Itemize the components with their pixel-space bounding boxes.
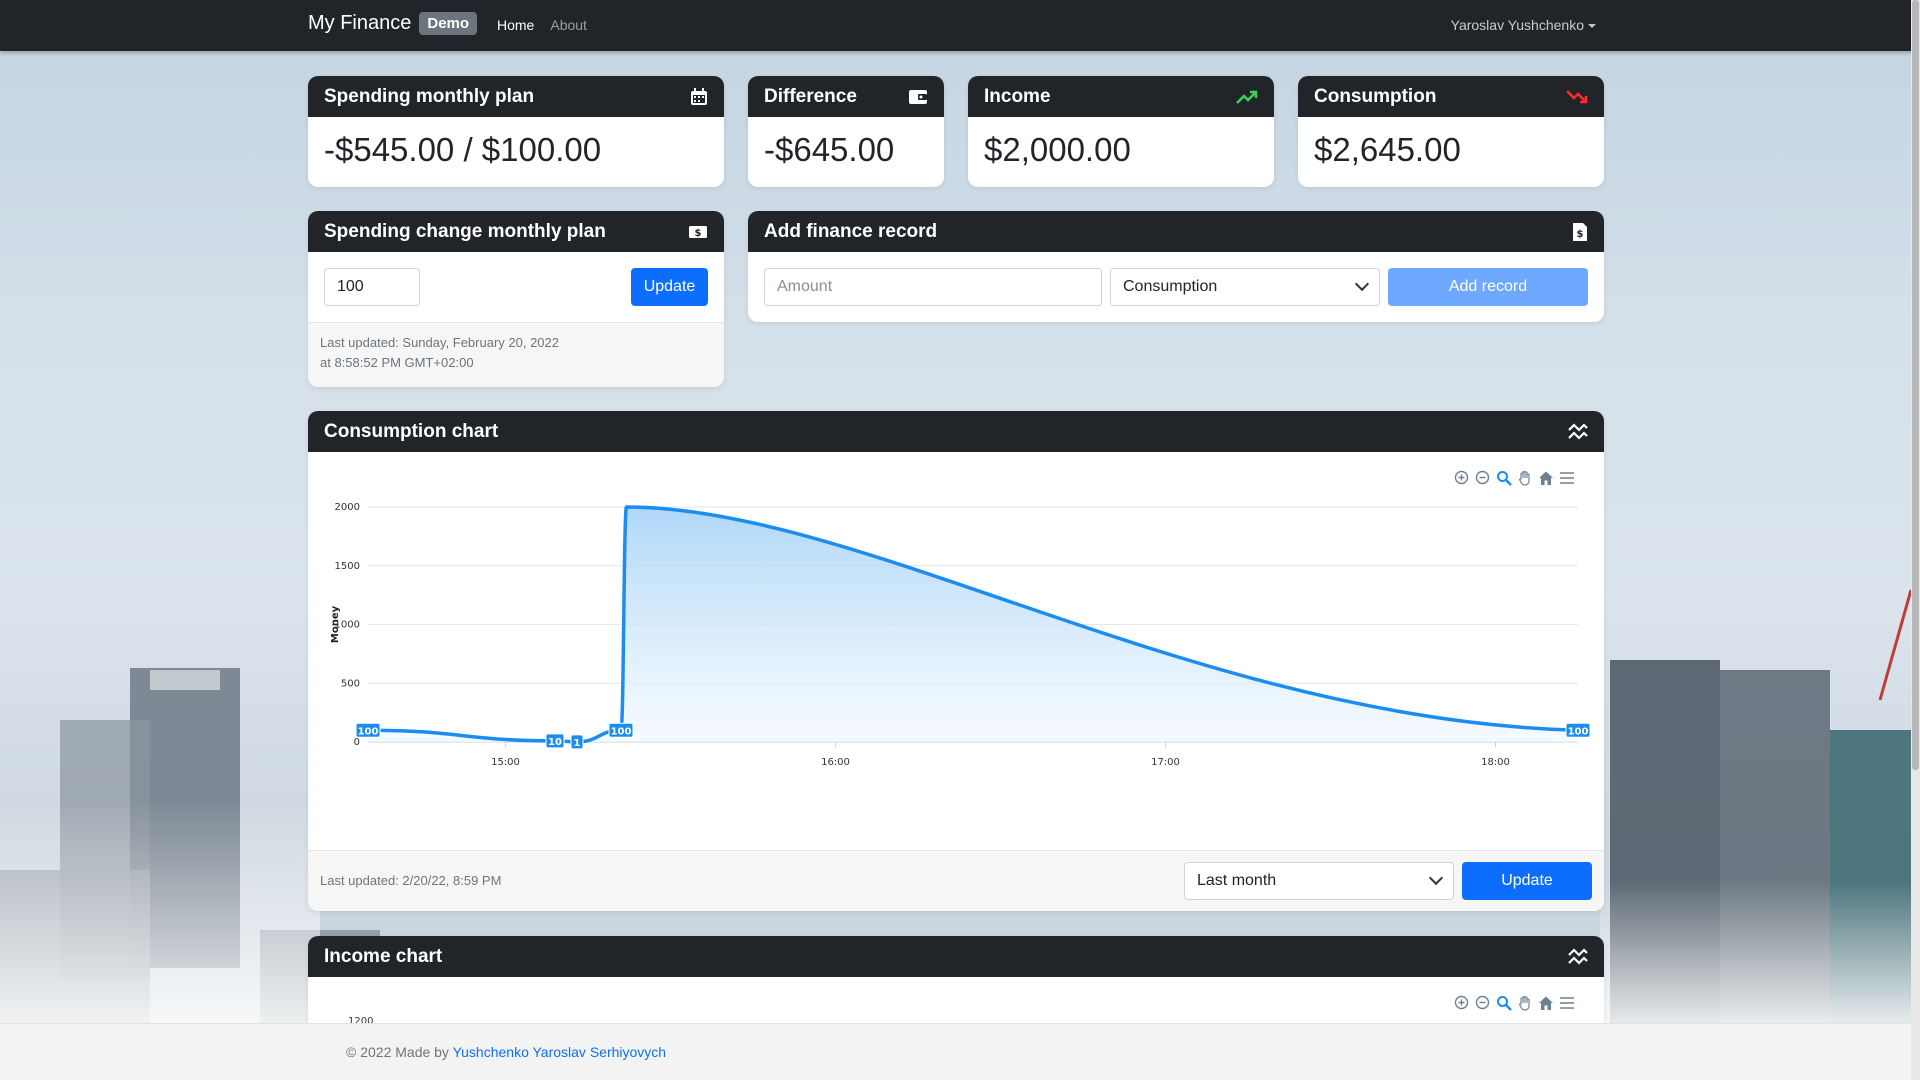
card-title: Income [984, 85, 1051, 107]
chart-data-label: 10 [548, 737, 562, 748]
pan-hand-icon[interactable] [1516, 994, 1533, 1011]
chart-data-label: 100 [611, 726, 632, 737]
record-type-value: Consumption [1123, 278, 1218, 295]
chevron-down-icon [1354, 276, 1370, 292]
card-title: Consumption chart [324, 420, 499, 442]
card-title: Consumption [1314, 85, 1437, 107]
chart-data-label: 100 [1568, 726, 1589, 737]
card-title: Add finance record [764, 220, 938, 242]
user-name: Yaroslav Yushchenko [1450, 17, 1584, 33]
card-header: Difference [748, 76, 944, 117]
card-header: Consumption chart [308, 411, 1604, 452]
last-updated-line1: Last updated: Sunday, February 20, 2022 [320, 335, 559, 350]
card-title: Difference [764, 85, 857, 107]
chart-menu-icon[interactable] [1558, 994, 1575, 1011]
chart-x-tick-label: 15:00 [491, 757, 520, 768]
chart-x-tick-label: 17:00 [1151, 757, 1180, 768]
chart-y-tick-label: 1500 [335, 561, 360, 572]
plan-update-button[interactable]: Update [631, 268, 708, 306]
chart-y-tick-label: 0 [354, 737, 360, 748]
amount-input[interactable] [764, 268, 1102, 306]
card-header: Spending monthly plan [308, 76, 724, 117]
demo-badge: Demo [419, 12, 478, 35]
add-record-card: Add finance record $ Consumption Add rec… [748, 211, 1604, 322]
chart-update-button[interactable]: Update [1462, 862, 1592, 900]
plan-change-card: Spending change monthly plan $ Update La… [308, 211, 724, 387]
card-header: Income [968, 76, 1274, 117]
add-record-button[interactable]: Add record [1388, 268, 1588, 306]
spending-plan-card: Spending monthly plan -$545.00 / $100.00 [308, 76, 724, 187]
card-title: Income chart [324, 945, 443, 967]
chart-range-value: Last month [1197, 872, 1277, 889]
chart-wave-icon[interactable] [1568, 422, 1588, 442]
card-title: Spending monthly plan [324, 85, 535, 107]
money-bill-icon: $ [689, 225, 707, 239]
calendar-icon [691, 87, 707, 105]
navbar: My Finance Demo Home About Yaroslav Yush… [0, 0, 1920, 51]
consumption-card: Consumption $2,645.00 [1298, 76, 1604, 187]
nav-link-about[interactable]: About [550, 17, 587, 33]
zoom-in-icon[interactable] [1453, 994, 1470, 1011]
plan-last-updated: Last updated: Sunday, February 20, 2022 … [308, 322, 724, 387]
zoom-selection-icon[interactable] [1495, 994, 1512, 1011]
consumption-chart: 0500100015002000 15:00 16:00 17:00 18:00 10… [330, 502, 1591, 768]
record-type-select[interactable]: Consumption [1110, 268, 1380, 306]
zoom-out-icon[interactable] [1474, 994, 1491, 1011]
income-card: Income $2,000.00 [968, 76, 1274, 187]
file-invoice-dollar-icon: $ [1573, 222, 1587, 241]
scrollbar-thumb[interactable] [1912, 0, 1919, 770]
card-header: Add finance record $ [748, 211, 1604, 252]
chevron-down-icon [1428, 870, 1444, 886]
consumption-value: $2,645.00 [1314, 131, 1461, 168]
svg-text:$: $ [1577, 229, 1584, 240]
reset-home-icon[interactable] [1537, 994, 1554, 1011]
last-updated-line2: at 8:58:52 PM GMT+02:00 [320, 355, 474, 370]
wallet-icon [909, 89, 927, 104]
card-header: Spending change monthly plan $ [308, 211, 724, 252]
chart-range-select[interactable]: Last month [1184, 862, 1454, 900]
brand-title: My Finance [308, 12, 412, 34]
chart-last-updated: Last updated: 2/20/22, 8:59 PM [320, 873, 502, 888]
chart-x-tick-label: 16:00 [821, 757, 850, 768]
chart-wave-icon[interactable] [1568, 947, 1588, 967]
chart-y-axis-label: Money [330, 605, 341, 643]
brand[interactable]: My Finance Demo [308, 12, 478, 35]
user-menu-dropdown[interactable]: Yaroslav Yushchenko [1451, 17, 1596, 33]
page-footer: © 2022 Made by Yushchenko Yaroslav Serhi… [0, 1023, 1911, 1080]
card-header: Consumption [1298, 76, 1604, 117]
nav-links: Home About [497, 17, 587, 33]
chart-x-tick-label: 18:00 [1481, 757, 1510, 768]
difference-card: Difference -$645.00 [748, 76, 944, 187]
spending-plan-value: -$545.00 / $100.00 [324, 131, 602, 168]
trending-down-icon [1566, 89, 1588, 103]
plan-amount-input[interactable] [324, 268, 420, 306]
trending-up-icon [1236, 90, 1258, 104]
svg-text:$: $ [695, 228, 702, 239]
chart-data-label: 1 [574, 738, 581, 749]
footer-copyright: © 2022 Made by [346, 1044, 453, 1060]
consumption-chart-card: Consumption chart 0 500 1000 1500 2000 15:00… [308, 411, 1604, 911]
card-header: Income chart [308, 936, 1604, 977]
footer-author-link[interactable]: Yushchenko Yaroslav Serhiyovych [453, 1044, 667, 1060]
chart-data-label: 100 [358, 726, 379, 737]
plan-form: Update [308, 252, 724, 322]
chart-y-tick-label: 500 [341, 678, 360, 689]
caret-down-icon [1588, 24, 1596, 29]
card-title: Spending change monthly plan [324, 220, 606, 242]
footer-text: © 2022 Made by Yushchenko Yaroslav Serhi… [346, 1044, 666, 1060]
chart-y-tick-label: 2000 [335, 502, 360, 513]
page-scrollbar[interactable] [1911, 0, 1920, 1080]
chart-toolbar [1453, 994, 1575, 1011]
income-value: $2,000.00 [984, 131, 1131, 168]
nav-link-home[interactable]: Home [497, 17, 534, 33]
difference-value: -$645.00 [764, 131, 895, 168]
